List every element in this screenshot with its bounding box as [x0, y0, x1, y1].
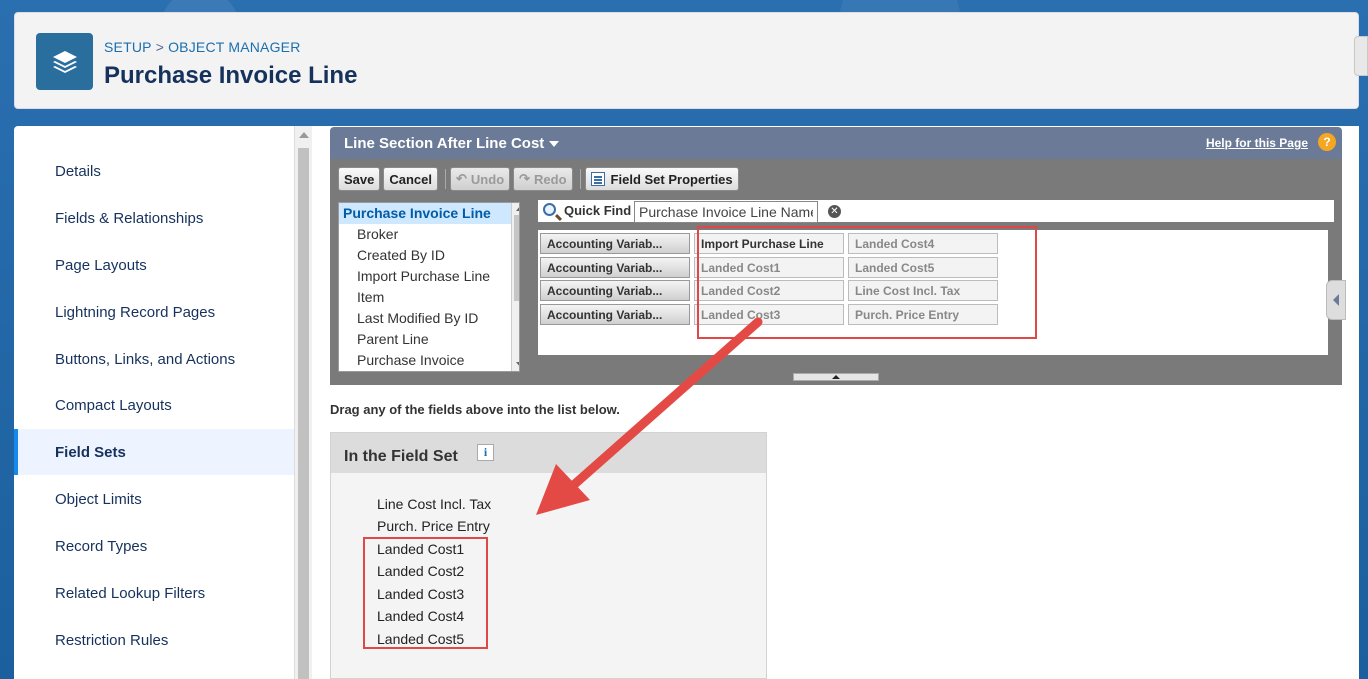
caret-down-icon[interactable]: [549, 141, 560, 148]
list-item[interactable]: Import Purchase Line: [339, 266, 519, 287]
search-icon: [543, 203, 556, 216]
sidebar-item-object-limits[interactable]: Object Limits: [14, 476, 294, 522]
breadcrumb-setup[interactable]: SETUP: [104, 39, 152, 55]
palette-toolbar: Save Cancel ↶ Undo ↷ Redo Field Set Proper…: [338, 167, 742, 191]
redo-label: Redo: [534, 171, 567, 187]
properties-list-icon: [590, 172, 605, 186]
in-field-set-header: In the Field Set i: [331, 433, 766, 473]
field-chip[interactable]: Accounting Variab...: [540, 257, 690, 278]
breadcrumb-separator: >: [155, 39, 165, 55]
list-item[interactable]: Purchase Invoice: [339, 350, 519, 371]
list-item[interactable]: Last Modified By ID: [339, 308, 519, 329]
quick-find-input[interactable]: [634, 201, 818, 223]
toolbar-divider: [445, 169, 447, 189]
sidebar-item-label: Field Sets: [55, 443, 126, 461]
toolbar-divider: [579, 169, 581, 189]
object-list-scrollbar[interactable]: [511, 203, 519, 371]
help-link[interactable]: Help for this Page: [1206, 136, 1308, 150]
cancel-button[interactable]: Cancel: [383, 167, 439, 191]
sidebar-scrollbar[interactable]: [294, 126, 312, 679]
sidebar-item-label: Related Lookup Filters: [55, 584, 206, 602]
scroll-up-arrow-icon[interactable]: [516, 206, 519, 211]
stack-layers-icon: [36, 33, 93, 90]
sidebar-item-field-sets[interactable]: Field Sets: [14, 429, 294, 475]
highlight-box-field-set-items: [363, 537, 488, 649]
help-icon[interactable]: ?: [1318, 133, 1336, 151]
highlight-box-available-fields: [697, 226, 1037, 339]
sidebar-item-label: Details: [55, 162, 101, 180]
breadcrumb-object-manager[interactable]: OBJECT MANAGER: [168, 39, 300, 55]
list-item[interactable]: Parent Line: [339, 329, 519, 350]
sidebar-item-compact-layouts[interactable]: Compact Layouts: [14, 382, 294, 428]
sidebar-item-record-types[interactable]: Record Types: [14, 523, 294, 569]
undo-icon: ↶: [456, 171, 467, 186]
redo-button[interactable]: ↷ Redo: [513, 167, 573, 191]
sidebar-item-label: Restriction Rules: [55, 631, 169, 649]
field-chip[interactable]: Accounting Variab...: [540, 280, 690, 301]
list-item[interactable]: Purchase Invoice Line: [339, 203, 519, 224]
sidebar-item-label: Page Layouts: [55, 256, 147, 274]
field-set-properties-button[interactable]: Field Set Properties: [584, 167, 739, 191]
save-button[interactable]: Save: [338, 167, 381, 191]
fieldset-editor-header: Line Section After Line Cost Help for th…: [330, 127, 1342, 159]
undo-button[interactable]: ↶ Undo: [450, 167, 511, 191]
field-chip[interactable]: Accounting Variab...: [540, 304, 690, 325]
sidebar-item-label: Fields & Relationships: [55, 209, 204, 227]
fieldset-title-text: Line Section After Line Cost: [344, 135, 545, 152]
quick-find-label: Quick Find: [564, 203, 632, 218]
sidebar-item-label: Record Types: [55, 537, 148, 555]
scrollbar-thumb[interactable]: [514, 215, 519, 301]
list-item[interactable]: Created By ID: [339, 245, 519, 266]
sidebar-item-buttons-links-actions[interactable]: Buttons, Links, and Actions: [14, 336, 294, 382]
clear-icon[interactable]: ✕: [828, 205, 841, 218]
object-header: SETUP > OBJECT MANAGER Purchase Invoice Li…: [14, 12, 1359, 109]
list-item[interactable]: Broker: [339, 224, 519, 245]
breadcrumb: SETUP > OBJECT MANAGER: [104, 39, 301, 55]
field-set-item[interactable]: Purch. Price Entry: [377, 518, 490, 534]
page-title: Purchase Invoice Line: [104, 62, 358, 89]
sidebar-item-label: Lightning Record Pages: [55, 303, 216, 321]
side-panel-handle[interactable]: [1354, 36, 1368, 76]
field-chip[interactable]: Accounting Variab...: [540, 233, 690, 254]
sidebar-item-page-layouts[interactable]: Page Layouts: [14, 242, 294, 288]
sidebar-item-label: Object Limits: [55, 490, 142, 508]
scrollbar-thumb[interactable]: [298, 148, 309, 679]
collapse-palette-toggle[interactable]: [793, 373, 879, 381]
sidebar-item-label: Buttons, Links, and Actions: [55, 350, 236, 368]
properties-label: Field Set Properties: [610, 171, 733, 187]
object-list: Purchase Invoice Line Broker Created By …: [338, 202, 520, 372]
quick-find-bar: Quick Find ✕: [538, 200, 1334, 223]
sidebar-item-details[interactable]: Details: [14, 148, 294, 194]
scroll-down-arrow-icon[interactable]: [516, 362, 519, 367]
info-icon[interactable]: i: [477, 444, 494, 461]
sidebar-nav: Details Fields & Relationships Page Layo…: [14, 126, 294, 679]
sidebar-item-fields-relationships[interactable]: Fields & Relationships: [14, 195, 294, 241]
undo-label: Undo: [470, 171, 505, 187]
sidebar-item-lightning-record-pages[interactable]: Lightning Record Pages: [14, 289, 294, 335]
sidebar-item-restriction-rules[interactable]: Restriction Rules: [14, 617, 294, 663]
in-field-set-title: In the Field Set: [344, 448, 458, 465]
sidebar-item-label: Compact Layouts: [55, 396, 172, 414]
scroll-up-arrow-icon[interactable]: [299, 132, 309, 138]
field-set-item[interactable]: Line Cost Incl. Tax: [377, 496, 491, 512]
sidebar-item-related-lookup-filters[interactable]: Related Lookup Filters: [14, 570, 294, 616]
drag-instructions: Drag any of the fields above into the li…: [330, 402, 620, 417]
fieldset-title[interactable]: Line Section After Line Cost: [344, 135, 560, 152]
list-item[interactable]: Item: [339, 287, 519, 308]
redo-icon: ↷: [519, 171, 531, 186]
expand-panel-arrow-icon[interactable]: [1326, 280, 1346, 320]
